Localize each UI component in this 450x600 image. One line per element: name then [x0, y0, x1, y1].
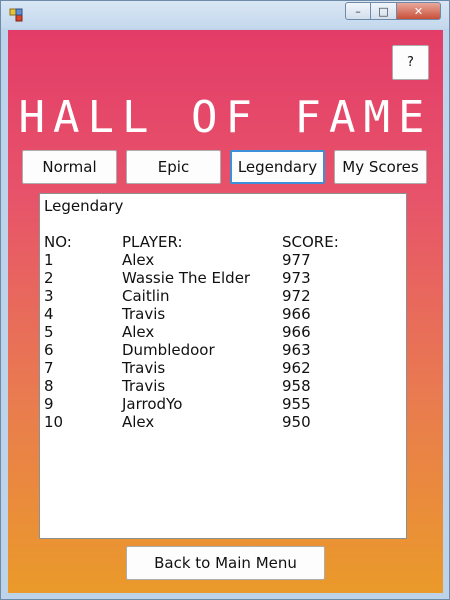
- windows-form-icon[interactable]: [9, 8, 23, 22]
- tab-epic[interactable]: Epic: [126, 150, 221, 184]
- player-name: Dumbledoor: [122, 341, 215, 359]
- page-title: HALL OF FAME: [18, 92, 433, 143]
- title-bar[interactable]: – □ ✕: [1, 1, 449, 29]
- rank: 1: [44, 251, 54, 269]
- rank: 9: [44, 395, 54, 413]
- tab-normal[interactable]: Normal: [22, 150, 117, 184]
- tab-legendary[interactable]: Legendary: [230, 150, 325, 184]
- list-item[interactable]: 10 Alex 950: [44, 413, 404, 431]
- header-player: PLAYER:: [122, 233, 183, 251]
- score: 972: [282, 287, 311, 305]
- rank: 2: [44, 269, 54, 287]
- score: 963: [282, 341, 311, 359]
- player-name: Travis: [122, 359, 166, 377]
- client-area: ? HALL OF FAME Normal Epic Legendary My …: [8, 30, 443, 593]
- score: 962: [282, 359, 311, 377]
- list-item[interactable]: 3 Caitlin 972: [44, 287, 404, 305]
- column-headers: NO: PLAYER: SCORE:: [44, 233, 404, 251]
- list-item[interactable]: 9 JarrodYo 955: [44, 395, 404, 413]
- player-name: Wassie The Elder: [122, 269, 251, 287]
- list-item[interactable]: 5 Alex 966: [44, 323, 404, 341]
- player-name: Alex: [122, 251, 155, 269]
- score: 966: [282, 305, 311, 323]
- score: 955: [282, 395, 311, 413]
- rank: 8: [44, 377, 54, 395]
- header-no: NO:: [44, 233, 72, 251]
- player-name: Alex: [122, 413, 155, 431]
- player-name: Alex: [122, 323, 155, 341]
- list-heading: Legendary: [44, 197, 124, 215]
- rank: 4: [44, 305, 54, 323]
- list-item[interactable]: 2 Wassie The Elder 973: [44, 269, 404, 287]
- tab-my-scores[interactable]: My Scores: [334, 150, 427, 184]
- scores-list[interactable]: Legendary NO: PLAYER: SCORE: 1 Alex 9 77 …: [39, 193, 407, 539]
- maximize-button[interactable]: □: [371, 2, 397, 20]
- list-item[interactable]: 6 Dumbledoor 963: [44, 341, 404, 359]
- header-score: SCORE:: [282, 233, 339, 251]
- list-item[interactable]: 1 Alex 977: [44, 251, 404, 269]
- rank: 6: [44, 341, 54, 359]
- close-button[interactable]: ✕: [397, 2, 441, 20]
- back-to-main-menu-button[interactable]: Back to Main Menu: [126, 546, 325, 580]
- rank: 5: [44, 323, 54, 341]
- rank: 10: [44, 413, 64, 431]
- list-item[interactable]: 7 Travis 962: [44, 359, 404, 377]
- rank: 7: [44, 359, 54, 377]
- window-controls: – □ ✕: [345, 2, 441, 20]
- score: 958: [282, 377, 311, 395]
- player-name: JarrodYo: [122, 395, 183, 413]
- score: 950: [282, 413, 311, 431]
- player-name: Travis: [122, 377, 166, 395]
- list-item[interactable]: 8 Travis 958: [44, 377, 404, 395]
- rank: 3: [44, 287, 54, 305]
- score: 966: [282, 323, 311, 341]
- player-name: Caitlin: [122, 287, 170, 305]
- help-button[interactable]: ?: [392, 45, 429, 80]
- app-window: – □ ✕ ? HALL OF FAME Normal Epic Legenda…: [0, 0, 450, 600]
- score: 973: [282, 269, 311, 287]
- player-name: Travis: [122, 305, 166, 323]
- list-item[interactable]: 4 Travis 966: [44, 305, 404, 323]
- score: 977: [282, 251, 311, 269]
- minimize-button[interactable]: –: [345, 2, 371, 20]
